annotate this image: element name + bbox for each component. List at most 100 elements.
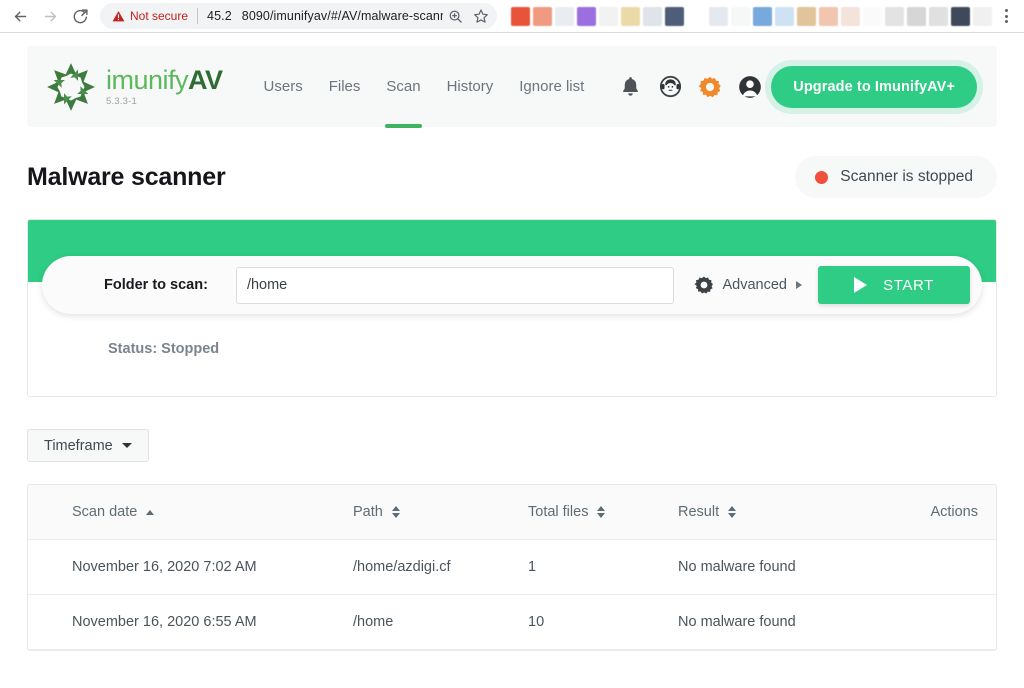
- settings-button[interactable]: [695, 72, 725, 102]
- kebab-dot: [1005, 20, 1008, 23]
- warning-triangle-icon: [112, 10, 125, 23]
- extension-icon[interactable]: [643, 7, 662, 26]
- url-suffix: 8090/imunifyav/#/AV/malware-scanner: [242, 9, 443, 23]
- extension-icon[interactable]: [929, 7, 948, 26]
- security-indicator[interactable]: Not secure: [112, 9, 188, 23]
- play-icon: [854, 277, 867, 293]
- cell-path: /home/azdigi.cf: [353, 540, 528, 595]
- support-button[interactable]: [655, 72, 685, 102]
- kebab-dot: [1005, 15, 1008, 18]
- nav-item-users[interactable]: Users: [251, 46, 316, 127]
- user-avatar-icon: [737, 74, 763, 100]
- extension-icon[interactable]: [533, 7, 552, 26]
- sort-both-icon: [728, 506, 736, 518]
- gear-icon: [698, 75, 722, 99]
- security-label: Not secure: [130, 9, 188, 23]
- filters-row: Timeframe: [27, 429, 997, 462]
- cell-actions: [883, 540, 996, 595]
- column-header-scan-date[interactable]: Scan date: [28, 485, 353, 540]
- bookmark-button[interactable]: [469, 4, 493, 28]
- table-header-row: Scan date Path Total files: [28, 485, 996, 540]
- back-button[interactable]: [6, 2, 34, 30]
- column-header-path[interactable]: Path: [353, 485, 528, 540]
- logo-bold-part: AV: [188, 65, 223, 95]
- gear-icon: [694, 275, 714, 295]
- extension-icon[interactable]: [665, 7, 684, 26]
- logo-light-part: imunify: [106, 65, 188, 95]
- table-header: Scan date Path Total files: [28, 485, 996, 540]
- extension-icon[interactable]: [797, 7, 816, 26]
- nav-item-scan[interactable]: Scan: [373, 46, 433, 127]
- extension-icon[interactable]: [511, 7, 530, 26]
- cell-result: No malware found: [678, 540, 883, 595]
- nav-item-history[interactable]: History: [434, 46, 507, 127]
- browser-extensions: [505, 7, 992, 26]
- column-header-actions: Actions: [883, 485, 996, 540]
- column-label-actions: Actions: [930, 504, 978, 520]
- nav-item-ignore-list[interactable]: Ignore list: [506, 46, 597, 127]
- extension-icon[interactable]: [863, 7, 882, 26]
- timeframe-dropdown[interactable]: Timeframe: [27, 429, 149, 462]
- reload-icon: [72, 8, 89, 25]
- column-label-path: Path: [353, 504, 383, 520]
- start-scan-button[interactable]: START: [818, 266, 970, 304]
- column-label-total-files: Total files: [528, 504, 588, 520]
- extension-icon[interactable]: [621, 7, 640, 26]
- table-row[interactable]: November 16, 2020 7:02 AM /home/azdigi.c…: [28, 540, 996, 595]
- address-bar[interactable]: Not secure 45.2 8090/imunifyav/#/AV/malwa…: [100, 3, 497, 29]
- zoom-button[interactable]: [443, 4, 467, 28]
- folder-to-scan-label: Folder to scan:: [42, 277, 208, 293]
- forward-button[interactable]: [36, 2, 64, 30]
- browser-menu-button[interactable]: [994, 3, 1018, 29]
- cell-scan-date: November 16, 2020 6:55 AM: [28, 595, 353, 650]
- scan-history-table: Scan date Path Total files: [27, 484, 997, 651]
- bell-icon: [619, 75, 642, 98]
- upgrade-button[interactable]: Upgrade to ImunifyAV+: [771, 66, 977, 108]
- advanced-toggle[interactable]: Advanced: [694, 275, 803, 295]
- column-label-scan-date: Scan date: [72, 504, 137, 520]
- cell-scan-date: November 16, 2020 7:02 AM: [28, 540, 353, 595]
- status-dot-icon: [815, 171, 828, 184]
- extension-icon[interactable]: [687, 7, 706, 26]
- notifications-button[interactable]: [615, 72, 645, 102]
- app-version: 5.3.3-1: [106, 96, 223, 107]
- column-header-total-files[interactable]: Total files: [528, 485, 678, 540]
- back-arrow-icon: [12, 8, 29, 25]
- page-body: imunifyAV 5.3.3-1 Users Files Scan Histo…: [0, 46, 1024, 688]
- extension-icon[interactable]: [973, 7, 992, 26]
- omnibox-divider: [197, 8, 198, 24]
- app-logo[interactable]: imunifyAV 5.3.3-1: [45, 61, 223, 113]
- scan-history-table-element: Scan date Path Total files: [28, 485, 996, 650]
- extension-icon[interactable]: [709, 7, 728, 26]
- extension-icon[interactable]: [951, 7, 970, 26]
- extension-icon[interactable]: [731, 7, 750, 26]
- forward-arrow-icon: [42, 8, 59, 25]
- chevron-down-icon: [122, 443, 132, 448]
- table-row[interactable]: November 16, 2020 6:55 AM /home 10 No ma…: [28, 595, 996, 650]
- url-prefix: 45.2: [207, 9, 232, 23]
- extension-icon[interactable]: [775, 7, 794, 26]
- extension-icon[interactable]: [753, 7, 772, 26]
- extension-icon[interactable]: [577, 7, 596, 26]
- extension-icon[interactable]: [555, 7, 574, 26]
- extension-icon[interactable]: [819, 7, 838, 26]
- nav-item-files[interactable]: Files: [316, 46, 374, 127]
- main-nav: Users Files Scan History Ignore list: [251, 46, 598, 127]
- scan-control-bar: Folder to scan: Advanced START: [42, 256, 982, 314]
- scan-panel: Folder to scan: Advanced START Status: S…: [27, 219, 997, 397]
- column-label-result: Result: [678, 504, 719, 520]
- extension-icon[interactable]: [907, 7, 926, 26]
- extension-icon[interactable]: [885, 7, 904, 26]
- sort-both-icon: [392, 506, 400, 518]
- column-header-result[interactable]: Result: [678, 485, 883, 540]
- start-button-label: START: [883, 277, 934, 294]
- scan-status-text: Status: Stopped: [108, 341, 219, 357]
- imunify-logo-icon: [45, 61, 97, 113]
- logo-wordmark: imunifyAV 5.3.3-1: [106, 67, 223, 107]
- timeframe-label: Timeframe: [44, 438, 113, 454]
- extension-icon[interactable]: [841, 7, 860, 26]
- reload-button[interactable]: [66, 2, 94, 30]
- extension-icon[interactable]: [599, 7, 618, 26]
- folder-to-scan-input[interactable]: [236, 267, 674, 304]
- account-button[interactable]: [735, 72, 765, 102]
